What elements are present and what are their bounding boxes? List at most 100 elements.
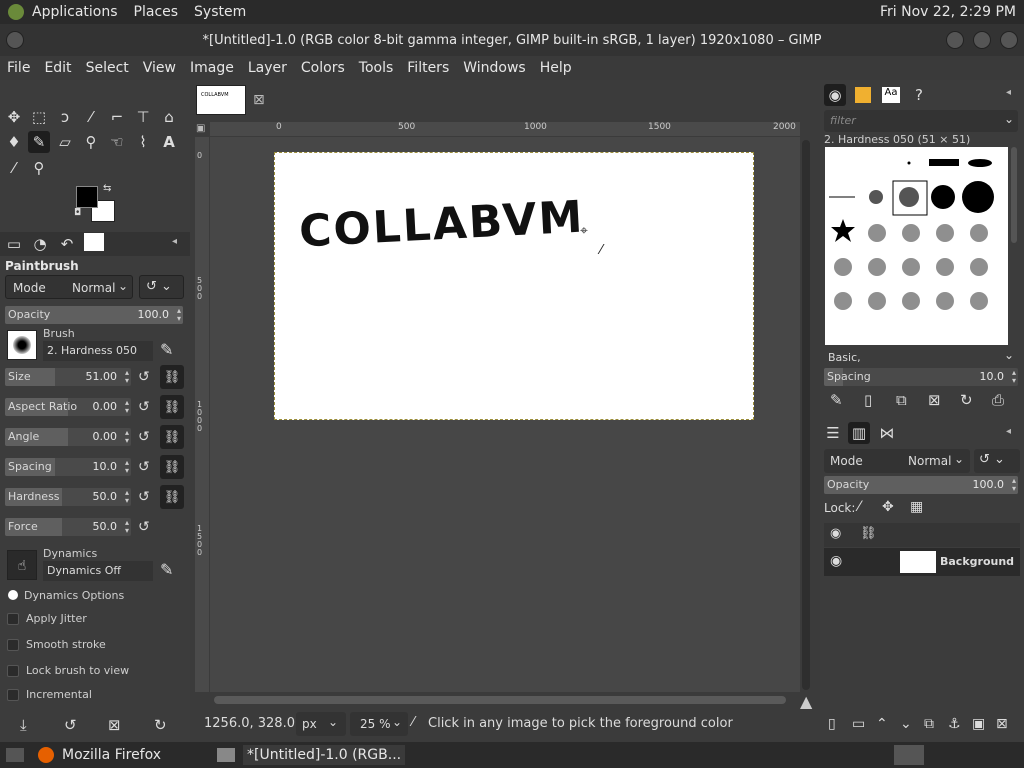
duplicate-brush-icon[interactable]: ⧉ bbox=[896, 391, 907, 409]
slider-aspect-ratio[interactable]: Aspect Ratio 0.00 ▴ ▾ bbox=[5, 398, 131, 416]
show-desktop-icon[interactable] bbox=[6, 748, 24, 762]
dynamics-preview[interactable]: ☝ bbox=[7, 550, 37, 580]
default-colors-icon[interactable]: ◘ bbox=[74, 208, 81, 218]
taskbar-firefox[interactable]: Mozilla Firefox bbox=[62, 747, 161, 763]
incremental-checkbox[interactable] bbox=[7, 689, 19, 701]
vertical-scrollbar[interactable] bbox=[802, 140, 810, 690]
menu-edit[interactable]: Edit bbox=[37, 60, 78, 76]
apply-jitter-checkbox[interactable] bbox=[7, 613, 19, 625]
open-brush-icon[interactable]: ⎙ bbox=[992, 391, 1004, 409]
menu-help[interactable]: Help bbox=[533, 60, 579, 76]
zoom-tool-icon[interactable]: ⚲ bbox=[28, 157, 50, 179]
horizontal-scrollbar[interactable] bbox=[214, 696, 786, 704]
brush-texture[interactable] bbox=[936, 292, 954, 310]
spin-arrows-icon[interactable]: ▴ ▾ bbox=[125, 429, 129, 445]
images-tab-icon[interactable] bbox=[84, 233, 104, 251]
zoom-select[interactable]: 25 % ⌄ bbox=[350, 712, 408, 736]
spin-arrows-icon[interactable]: ▴ ▾ bbox=[125, 519, 129, 535]
brushes-tab-icon[interactable]: ◉ bbox=[824, 84, 846, 106]
mask-layer-icon[interactable]: ▣ bbox=[972, 716, 985, 732]
undo-history-tab-icon[interactable]: ↶ bbox=[56, 233, 78, 255]
delete-layer-icon[interactable]: ⊠ bbox=[996, 716, 1008, 732]
brush-spacing-slider[interactable]: Spacing 10.0 ▴ ▾ bbox=[824, 368, 1018, 386]
menu-select[interactable]: Select bbox=[79, 60, 136, 76]
close-button[interactable] bbox=[1000, 31, 1018, 49]
applications-menu[interactable]: Applications bbox=[24, 4, 126, 20]
paths-tool-icon[interactable]: ⌇ bbox=[132, 131, 154, 153]
brush-star[interactable] bbox=[831, 219, 855, 242]
system-menu[interactable]: System bbox=[186, 4, 254, 20]
slider-size[interactable]: Size 51.00 ▴ ▾ bbox=[5, 368, 131, 386]
slider-hardness[interactable]: Hardness 50.0 ▴ ▾ bbox=[5, 488, 131, 506]
lock-pixels-icon[interactable]: ⁄ bbox=[858, 499, 860, 515]
refresh-brushes-icon[interactable]: ↻ bbox=[960, 391, 973, 409]
menu-layer[interactable]: Layer bbox=[241, 60, 294, 76]
fonts-tab-icon[interactable]: Aa bbox=[880, 84, 902, 106]
link-chain-icon[interactable]: ⛓ bbox=[160, 365, 184, 389]
layer-mode-select[interactable]: Mode Normal ⌄ bbox=[824, 449, 970, 473]
image-canvas[interactable]: COLLABVM ⌖ ⁄ bbox=[274, 152, 754, 420]
brush-bar[interactable] bbox=[929, 159, 959, 166]
color-picker-tool-icon[interactable]: ⁄ bbox=[3, 157, 25, 179]
anchor-layer-icon[interactable]: ⚓ bbox=[948, 716, 961, 732]
brush-texture[interactable] bbox=[868, 258, 886, 276]
save-options-icon[interactable]: ⤓ bbox=[20, 716, 27, 734]
places-menu[interactable]: Places bbox=[126, 4, 187, 20]
reset-icon[interactable]: ↺ bbox=[138, 369, 150, 385]
navigate-icon[interactable]: ▲ bbox=[800, 692, 812, 711]
lock-position-icon[interactable]: ✥ bbox=[882, 499, 894, 515]
brush-round[interactable] bbox=[962, 181, 994, 213]
help-tab-icon[interactable]: ? bbox=[908, 84, 930, 106]
layer-row-background[interactable]: ◉ Background bbox=[824, 548, 1020, 576]
brush-texture[interactable] bbox=[902, 292, 920, 310]
brush-texture[interactable] bbox=[936, 258, 954, 276]
reset-options-icon[interactable]: ↻ bbox=[154, 716, 167, 734]
eraser-tool-icon[interactable]: ▱ bbox=[54, 131, 76, 153]
warp-tool-icon[interactable]: ⌂ bbox=[158, 106, 180, 128]
brush-texture[interactable] bbox=[902, 258, 920, 276]
text-tool-icon[interactable]: A bbox=[158, 131, 180, 153]
brush-texture[interactable] bbox=[868, 292, 886, 310]
brush-filter-input[interactable]: filter ⌄ bbox=[824, 110, 1018, 132]
maximize-button[interactable] bbox=[973, 31, 991, 49]
brush-texture[interactable] bbox=[868, 224, 886, 242]
dynamics-options-label[interactable]: Dynamics Options bbox=[24, 589, 124, 602]
layer-opacity-slider[interactable]: Opacity 100.0 ▴ ▾ bbox=[824, 476, 1018, 494]
fuzzy-select-tool-icon[interactable]: ⁄ bbox=[80, 106, 102, 128]
lock-brush-checkbox[interactable] bbox=[7, 665, 19, 677]
menu-windows[interactable]: Windows bbox=[456, 60, 533, 76]
new-layer-icon[interactable]: ▯ bbox=[828, 716, 836, 732]
eye-icon[interactable]: ◉ bbox=[830, 553, 842, 569]
spin-arrows-icon[interactable]: ▴ ▾ bbox=[125, 459, 129, 475]
panel-menu-icon[interactable]: ◂ bbox=[1006, 87, 1011, 98]
smudge-tool-icon[interactable]: ☜ bbox=[106, 131, 128, 153]
new-brush-icon[interactable]: ▯ bbox=[864, 391, 872, 409]
reset-icon[interactable]: ↺ bbox=[138, 489, 150, 505]
preset-select[interactable]: Basic, ⌄ bbox=[824, 348, 1018, 368]
brush-ellipse[interactable] bbox=[968, 159, 992, 167]
slider-force[interactable]: Force 50.0 ▴ ▾ bbox=[5, 518, 131, 536]
raise-layer-icon[interactable]: ⌃ bbox=[876, 716, 888, 732]
brush-texture[interactable] bbox=[970, 224, 988, 242]
lock-alpha-icon[interactable]: ▦ bbox=[910, 499, 923, 515]
brush-name-field[interactable]: 2. Hardness 050 bbox=[43, 341, 153, 361]
restore-options-icon[interactable]: ↺ bbox=[64, 716, 77, 734]
brush-round[interactable] bbox=[899, 187, 919, 207]
brush-scrollbar[interactable] bbox=[1011, 147, 1017, 243]
expand-dynamics-icon[interactable] bbox=[8, 590, 18, 600]
unit-select[interactable]: px ⌄ bbox=[296, 712, 346, 736]
quick-mask-toggle-icon[interactable]: ▣ bbox=[196, 123, 205, 134]
slider-spacing[interactable]: Spacing 10.0 ▴ ▾ bbox=[5, 458, 131, 476]
brush-texture[interactable] bbox=[936, 224, 954, 242]
menu-image[interactable]: Image bbox=[183, 60, 241, 76]
reset-icon[interactable]: ↺ bbox=[138, 399, 150, 415]
panel-menu-icon[interactable]: ◂ bbox=[172, 236, 177, 247]
crop-tool-icon[interactable]: ⌐ bbox=[106, 106, 128, 128]
brush-texture[interactable] bbox=[834, 292, 852, 310]
app-menu-icon[interactable] bbox=[8, 4, 24, 20]
clock[interactable]: Fri Nov 22, 2:29 PM bbox=[880, 4, 1024, 20]
window-menu-button[interactable] bbox=[6, 31, 24, 49]
close-image-tab-icon[interactable]: ⊠ bbox=[253, 92, 265, 108]
opacity-slider[interactable]: Opacity 100.0 ▴ ▾ bbox=[5, 306, 183, 324]
layers-tab-icon[interactable]: ☰ bbox=[822, 422, 844, 444]
